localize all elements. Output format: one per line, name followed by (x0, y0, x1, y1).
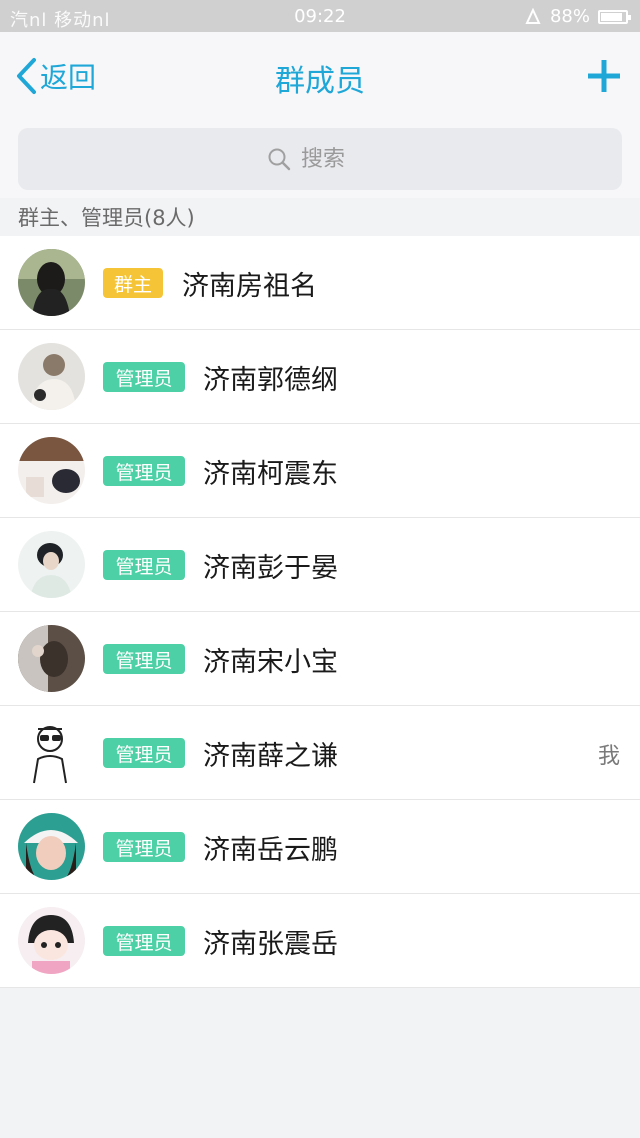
alarm-icon (525, 7, 541, 24)
avatar (18, 625, 85, 692)
member-row[interactable]: 管理员 济南郭德纲 (0, 330, 640, 424)
member-row[interactable]: 群主 济南房祖名 (0, 236, 640, 330)
admin-badge: 管理员 (103, 738, 185, 768)
admin-badge: 管理员 (103, 362, 185, 392)
admin-badge: 管理员 (103, 456, 185, 486)
avatar (18, 249, 85, 316)
battery-percent: 88% (549, 6, 590, 27)
member-name: 济南岳云鹏 (203, 835, 338, 866)
status-right: 88% (524, 6, 631, 27)
section-header: 群主、管理员(8人) (0, 198, 640, 236)
member-name: 济南张震岳 (203, 929, 338, 960)
member-name: 济南薛之谦 (203, 741, 338, 772)
avatar (18, 437, 85, 504)
admin-badge: 管理员 (103, 926, 185, 956)
member-row[interactable]: 管理员 济南宋小宝 (0, 612, 640, 706)
member-name: 济南柯震东 (203, 459, 338, 490)
member-name: 济南宋小宝 (203, 647, 338, 678)
self-indicator: 我 (597, 744, 620, 769)
status-bar: 汽nl 移动nl 09:22 88% (0, 0, 640, 32)
battery-icon (598, 9, 631, 24)
add-member-button[interactable] (586, 58, 622, 94)
member-row[interactable]: 管理员 济南岳云鹏 (0, 800, 640, 894)
avatar (18, 343, 85, 410)
admin-badge: 管理员 (103, 550, 185, 580)
member-row[interactable]: 管理员 济南柯震东 (0, 424, 640, 518)
search-icon (268, 148, 291, 171)
member-list: 群主 济南房祖名 管理员 济南郭德纲 管理员 济南柯震东 管理员 济南彭于晏 管… (0, 236, 640, 988)
member-name: 济南彭于晏 (203, 553, 338, 584)
search-section (0, 120, 640, 198)
search-input[interactable] (299, 145, 373, 173)
admin-badge: 管理员 (103, 832, 185, 862)
member-name: 济南郭德纲 (203, 365, 338, 396)
member-row[interactable]: 管理员 济南张震岳 (0, 894, 640, 988)
owner-badge: 群主 (103, 268, 163, 298)
member-name: 济南房祖名 (182, 271, 317, 302)
page-title: 群成员 (275, 64, 365, 99)
avatar (18, 719, 85, 786)
search-bar[interactable] (18, 128, 622, 190)
plus-icon (588, 60, 620, 92)
avatar (18, 531, 85, 598)
avatar (18, 907, 85, 974)
member-row[interactable]: 管理员 济南彭于晏 (0, 518, 640, 612)
avatar (18, 813, 85, 880)
nav-bar: 返回 群成员 (0, 32, 640, 120)
member-row[interactable]: 管理员 济南薛之谦 我 (0, 706, 640, 800)
admin-badge: 管理员 (103, 644, 185, 674)
